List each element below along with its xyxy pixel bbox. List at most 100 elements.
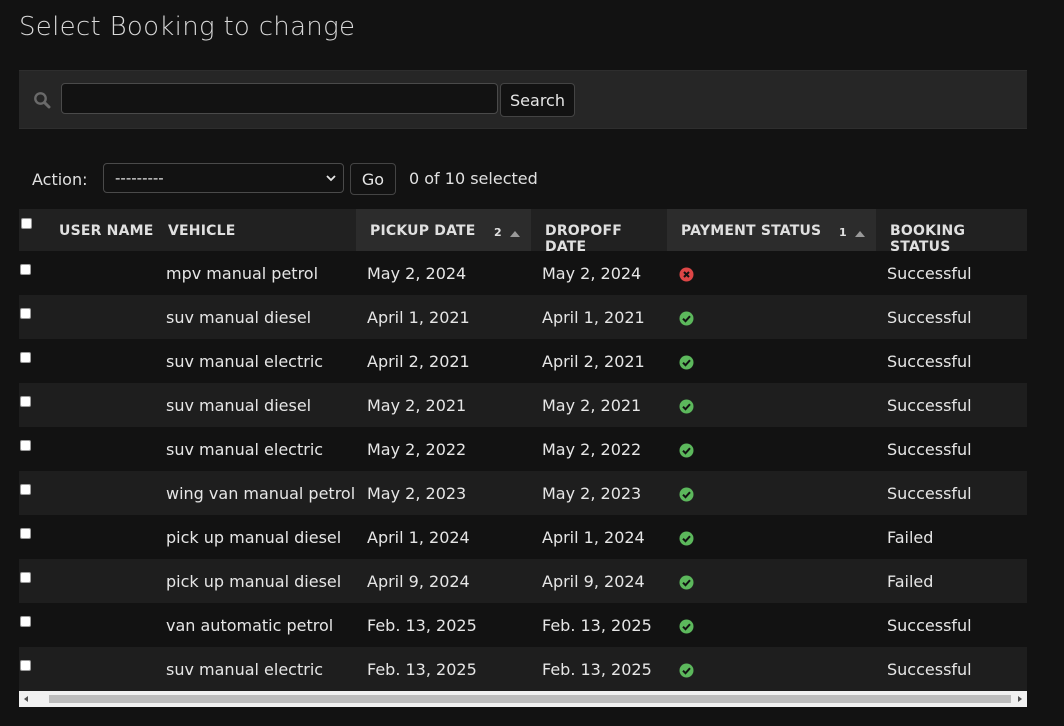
vehicle-cell: suv manual diesel [156, 383, 356, 427]
pickup-date-cell: April 1, 2021 [356, 295, 531, 339]
row-checkbox[interactable] [20, 571, 31, 583]
booking-status-cell: Successful [876, 295, 1027, 339]
row-checkbox[interactable] [20, 395, 31, 407]
action-select[interactable]: --------- [103, 163, 344, 193]
scroll-left-icon[interactable] [19, 691, 35, 707]
go-button[interactable]: Go [350, 163, 396, 195]
search-button[interactable]: Search [500, 83, 575, 117]
vehicle-cell: mpv manual petrol [156, 251, 356, 295]
pickup-date-cell: Feb. 13, 2025 [356, 603, 531, 647]
vehicle-cell: wing van manual petrol [156, 471, 356, 515]
check-circle-icon [679, 619, 694, 633]
pickup-date-text: April 9, 2024 [367, 571, 470, 591]
row-checkbox[interactable] [20, 439, 31, 451]
column-header-dropoff-date[interactable]: DROPOFF DATE [531, 209, 667, 255]
row-checkbox[interactable] [20, 527, 31, 539]
vehicle-cell: suv manual electric [156, 427, 356, 471]
dropoff-date-text: May 2, 2021 [542, 395, 642, 415]
column-header-payment-status[interactable]: PAYMENT STATUS 1 [667, 209, 876, 251]
row-select-cell [19, 603, 47, 647]
row-checkbox[interactable] [20, 659, 31, 671]
table-row[interactable]: suv manual diesel May 2, 2021 May 2, 202… [19, 383, 1027, 427]
table-row[interactable]: suv manual diesel April 1, 2021 April 1,… [19, 295, 1027, 339]
check-circle-icon [679, 575, 694, 589]
row-checkbox[interactable] [20, 615, 31, 627]
user-name-cell [47, 515, 156, 559]
table-row[interactable]: mpv manual petrol May 2, 2024 May 2, 202… [19, 251, 1027, 295]
dropoff-date-text: April 9, 2024 [542, 571, 645, 591]
scrollbar-thumb[interactable] [49, 695, 1011, 703]
dropoff-date-cell: April 1, 2021 [531, 295, 667, 339]
select-all-checkbox[interactable] [21, 218, 32, 229]
column-header-pickup-date[interactable]: PICKUP DATE 2 [356, 209, 531, 251]
vehicle-link[interactable]: van automatic petrol [166, 616, 333, 635]
payment-status-cell [667, 339, 876, 383]
sort-priority: 2 [494, 226, 502, 239]
dropoff-date-text: April 1, 2024 [542, 527, 645, 547]
action-select-value: --------- [115, 169, 164, 187]
booking-status-text: Failed [887, 571, 934, 591]
payment-status-cell [667, 471, 876, 515]
booking-status-cell: Successful [876, 383, 1027, 427]
dropoff-date-cell: May 2, 2022 [531, 427, 667, 471]
dropoff-date-cell: May 2, 2023 [531, 471, 667, 515]
horizontal-scrollbar[interactable] [19, 691, 1027, 707]
vehicle-cell: suv manual diesel [156, 295, 356, 339]
vehicle-cell: suv manual electric [156, 339, 356, 383]
row-select-cell [19, 647, 47, 691]
row-select-cell [19, 251, 47, 295]
booking-status-cell: Successful [876, 427, 1027, 471]
row-checkbox[interactable] [20, 351, 31, 363]
dropoff-date-text: April 1, 2021 [542, 307, 645, 327]
vehicle-link[interactable]: mpv manual petrol [166, 264, 318, 283]
sort-ascending-icon[interactable] [509, 230, 521, 238]
table-row[interactable]: wing van manual petrol May 2, 2023 May 2… [19, 471, 1027, 515]
column-header-booking-status[interactable]: BOOKING STATUS [876, 209, 1027, 255]
row-checkbox[interactable] [20, 263, 31, 275]
table-header-row: USER NAME VEHICLE PICKUP DATE 2 DROPOFF … [19, 209, 1027, 255]
selected-count: 0 of 10 selected [409, 169, 538, 188]
dropoff-date-cell: April 2, 2021 [531, 339, 667, 383]
table-row[interactable]: pick up manual diesel April 1, 2024 Apri… [19, 515, 1027, 559]
dropoff-date-cell: April 9, 2024 [531, 559, 667, 603]
booking-status-text: Successful [887, 263, 972, 283]
search-icon [34, 92, 51, 109]
results-table: USER NAME VEHICLE PICKUP DATE 2 DROPOFF … [19, 209, 1027, 691]
row-checkbox[interactable] [20, 483, 31, 495]
column-header-vehicle[interactable]: VEHICLE [156, 209, 356, 251]
booking-status-text: Successful [887, 351, 972, 371]
table-row[interactable]: suv manual electric May 2, 2022 May 2, 2… [19, 427, 1027, 471]
column-header-user-name[interactable]: USER NAME [47, 209, 156, 251]
check-circle-icon [679, 531, 694, 545]
sort-priority: 1 [839, 226, 847, 239]
vehicle-link[interactable]: suv manual electric [166, 352, 323, 371]
payment-status-cell [667, 295, 876, 339]
dropoff-date-text: May 2, 2024 [542, 263, 642, 283]
table-row[interactable]: pick up manual diesel April 9, 2024 Apri… [19, 559, 1027, 603]
check-circle-icon [679, 311, 694, 325]
check-circle-icon [679, 443, 694, 457]
sort-ascending-icon[interactable] [854, 230, 866, 238]
booking-status-cell: Successful [876, 647, 1027, 691]
row-select-cell [19, 295, 47, 339]
row-checkbox[interactable] [20, 307, 31, 319]
table-row[interactable]: suv manual electric Feb. 13, 2025 Feb. 1… [19, 647, 1027, 691]
user-name-cell [47, 339, 156, 383]
booking-status-cell: Successful [876, 251, 1027, 295]
vehicle-link[interactable]: suv manual diesel [166, 396, 311, 415]
user-name-cell [47, 603, 156, 647]
vehicle-link[interactable]: pick up manual diesel [166, 572, 341, 591]
vehicle-link[interactable]: wing van manual petrol [166, 484, 355, 503]
table-row[interactable]: van automatic petrol Feb. 13, 2025 Feb. … [19, 603, 1027, 647]
dropoff-date-cell: April 1, 2024 [531, 515, 667, 559]
booking-status-text: Successful [887, 307, 972, 327]
vehicle-link[interactable]: suv manual electric [166, 660, 323, 679]
search-input[interactable] [61, 83, 498, 114]
table-row[interactable]: suv manual electric April 2, 2021 April … [19, 339, 1027, 383]
booking-status-text: Successful [887, 395, 972, 415]
scroll-right-icon[interactable] [1011, 691, 1027, 707]
vehicle-link[interactable]: suv manual diesel [166, 308, 311, 327]
row-select-cell [19, 515, 47, 559]
vehicle-link[interactable]: suv manual electric [166, 440, 323, 459]
vehicle-link[interactable]: pick up manual diesel [166, 528, 341, 547]
